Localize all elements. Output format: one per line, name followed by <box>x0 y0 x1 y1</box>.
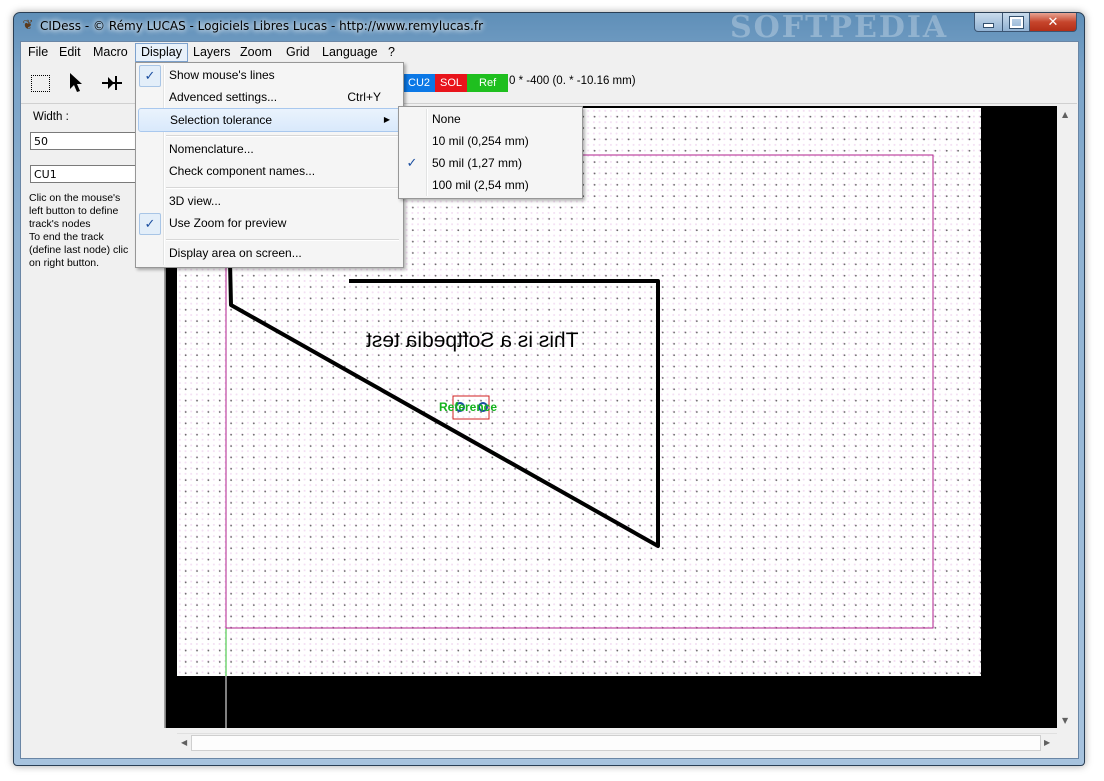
menu-item-selection-tolerance[interactable]: Selection tolerance ▶ <box>138 108 401 132</box>
menu-item-check-component-names[interactable]: Check component names... <box>136 160 403 182</box>
horizontal-scroll-thumb[interactable] <box>191 735 1041 751</box>
checkmark-icon: ✓ <box>139 213 161 235</box>
tolerance-submenu: None 10 mil (0,254 mm) ✓ 50 mil (1,27 mm… <box>398 106 583 199</box>
checkmark-icon: ✓ <box>406 155 418 170</box>
scroll-left-icon[interactable]: ◀ <box>181 738 187 747</box>
reference-label[interactable]: Reference <box>439 400 497 414</box>
menu-separator <box>166 135 399 137</box>
scroll-up-icon[interactable]: ▲ <box>1062 110 1068 119</box>
menu-item-show-mouse-lines[interactable]: ✓ Show mouse's lines <box>136 64 403 87</box>
mirrored-text[interactable]: This is a Softpedia test <box>366 329 578 353</box>
display-menu: ✓ Show mouse's lines Advenced settings..… <box>135 62 404 268</box>
tolerance-none[interactable]: None <box>399 108 582 130</box>
checkmark-icon: ✓ <box>139 65 161 87</box>
vertical-scrollbar[interactable]: ▲ ▼ <box>1057 106 1074 728</box>
horizontal-scrollbar[interactable]: ◀ ▶ <box>177 733 1057 751</box>
tolerance-100mil[interactable]: 100 mil (2,54 mm) <box>399 174 582 196</box>
menu-item-advanced-settings[interactable]: Advenced settings... Ctrl+Y <box>136 86 403 108</box>
tolerance-50mil[interactable]: ✓ 50 mil (1,27 mm) <box>399 152 582 174</box>
scroll-down-icon[interactable]: ▼ <box>1062 716 1068 725</box>
tolerance-10mil[interactable]: 10 mil (0,254 mm) <box>399 130 582 152</box>
menu-item-3d-view[interactable]: 3D view... <box>136 190 403 212</box>
menu-item-display-area[interactable]: Display area on screen... <box>136 242 403 264</box>
menu-separator <box>166 187 399 189</box>
menu-item-nomenclature[interactable]: Nomenclature... <box>136 138 403 160</box>
shortcut-label: Ctrl+Y <box>347 90 381 104</box>
submenu-arrow-icon: ▶ <box>383 115 390 124</box>
menu-item-use-zoom-preview[interactable]: ✓ Use Zoom for preview <box>136 212 403 235</box>
scroll-right-icon[interactable]: ▶ <box>1044 738 1050 747</box>
menu-separator <box>166 239 399 241</box>
